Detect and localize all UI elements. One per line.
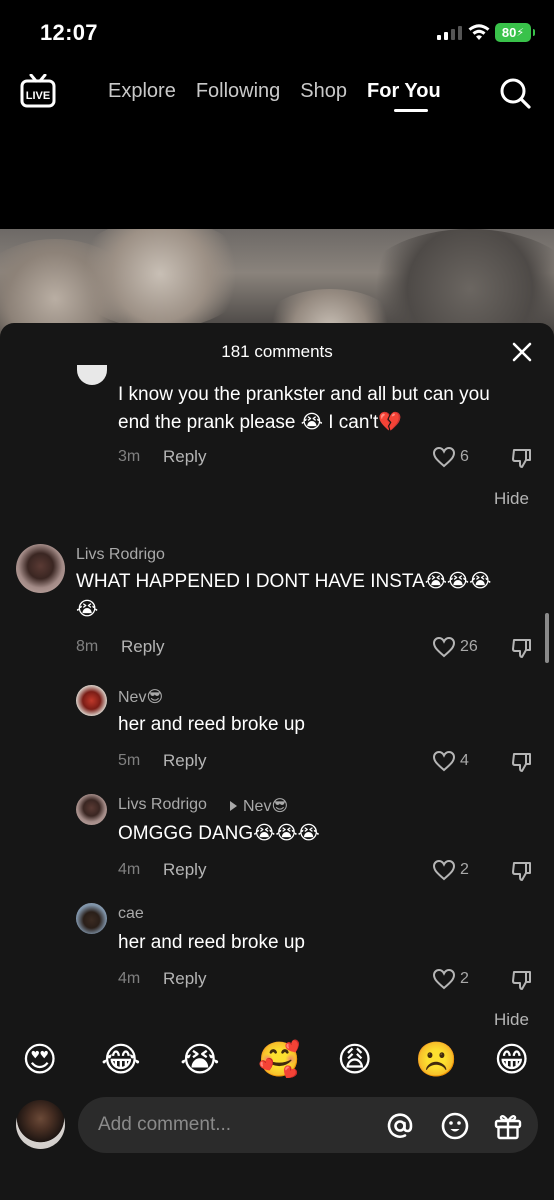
top-navigation: LIVE Explore Following Shop For You [0, 62, 554, 122]
heart-icon [432, 636, 456, 658]
reply-arrow-icon [230, 801, 237, 811]
comment-time: 3m [118, 448, 141, 465]
like-button[interactable]: 2 [432, 968, 469, 990]
reply-button[interactable]: Reply [163, 969, 206, 989]
screen: 12:07 80 ⚡ LIVE Explore Following Shop Fo… [0, 0, 554, 1200]
tab-shop[interactable]: Shop [300, 80, 347, 103]
emoji-weary[interactable]: 😩 [337, 1040, 372, 1080]
comment-item: I know you the prankster and all but can… [0, 323, 554, 468]
like-button[interactable]: 26 [432, 636, 478, 658]
like-count: 6 [460, 448, 469, 465]
search-icon[interactable] [498, 76, 532, 110]
comment-text: I know you the prankster and all but can… [118, 384, 490, 405]
status-time: 12:07 [40, 20, 98, 45]
tab-explore[interactable]: Explore [108, 80, 176, 103]
emoji-heart-eyes[interactable]: 😍 [22, 1040, 57, 1080]
heart-icon [432, 859, 456, 881]
comment-item: Livs Rodrigo WHAT HAPPENED I DONT HAVE I… [0, 538, 554, 658]
cellular-signal-icon [437, 26, 462, 40]
mention-icon[interactable] [385, 1111, 415, 1141]
avatar[interactable] [76, 794, 107, 825]
comment-text: WHAT HAPPENED I DONT HAVE INSTA😭😭😭 [76, 571, 492, 592]
hide-replies-button[interactable]: Hide [494, 1010, 529, 1030]
reply-button[interactable]: Reply [163, 860, 206, 880]
dislike-icon[interactable] [511, 860, 533, 882]
comment-author[interactable]: Nev😎 [118, 687, 163, 707]
emoji-frowning[interactable]: ☹️ [415, 1040, 457, 1080]
like-button[interactable]: 4 [432, 750, 469, 772]
comment-text: OMGGG DANG😭😭😭 [118, 823, 320, 844]
user-avatar[interactable] [16, 1100, 65, 1149]
reply-item: Nev😎 her and reed broke up 5m Reply 4 [0, 683, 554, 783]
emoji-quick-bar: 😍 😂 😭 🥰 😩 ☹️ 😁 [0, 1030, 554, 1090]
reply-item: Livs Rodrigo Nev😎 OMGGG DANG😭😭😭 4m Reply… [0, 792, 554, 892]
dislike-icon[interactable] [511, 637, 533, 659]
like-count: 4 [460, 752, 469, 769]
heart-icon [432, 750, 456, 772]
reply-button[interactable]: Reply [163, 751, 206, 771]
reply-button[interactable]: Reply [163, 447, 206, 467]
like-count: 26 [460, 638, 478, 655]
dislike-icon[interactable] [511, 447, 533, 469]
live-label: LIVE [26, 90, 50, 102]
comment-text-cont: end the prank please 😭 I can't💔 [118, 412, 402, 433]
emoji-picker-icon[interactable] [440, 1111, 470, 1141]
emoji-smiling-hearts[interactable]: 🥰 [258, 1040, 300, 1080]
emoji-crying[interactable]: 😭 [180, 1040, 220, 1080]
status-bar: 12:07 80 ⚡ [0, 0, 554, 62]
like-count: 2 [460, 970, 469, 987]
battery-level: 80 [501, 25, 517, 40]
tab-for-you[interactable]: For You [367, 80, 441, 103]
tab-following[interactable]: Following [196, 80, 280, 103]
comment-text: her and reed broke up [118, 714, 305, 735]
emoji-grinning[interactable]: 😁 [494, 1040, 529, 1080]
avatar[interactable] [76, 903, 107, 934]
nav-tabs: Explore Following Shop For You [108, 80, 461, 103]
avatar[interactable] [16, 544, 65, 593]
reply-button[interactable]: Reply [121, 637, 164, 657]
reply-item: cae her and reed broke up 4m Reply 2 [0, 901, 554, 1001]
like-button[interactable]: 6 [432, 446, 469, 468]
like-count: 2 [460, 861, 469, 878]
heart-icon [432, 968, 456, 990]
battery-icon: 80 ⚡ [495, 23, 535, 42]
like-button[interactable]: 2 [432, 859, 469, 881]
comment-text-cont: 😭 [76, 599, 99, 620]
comment-time: 4m [118, 861, 141, 878]
comment-author[interactable]: Livs Rodrigo [76, 546, 165, 564]
active-tab-indicator [394, 109, 428, 112]
comment-author[interactable]: Livs Rodrigo [118, 796, 207, 814]
avatar[interactable] [76, 685, 107, 716]
comment-author[interactable]: cae [118, 905, 144, 923]
comment-time: 4m [118, 970, 141, 987]
scrollbar[interactable] [545, 613, 549, 663]
comment-input[interactable] [98, 1097, 368, 1153]
comment-time: 5m [118, 752, 141, 769]
reply-to-author[interactable]: Nev😎 [243, 796, 288, 816]
dislike-icon[interactable] [511, 751, 533, 773]
emoji-tears-of-joy[interactable]: 😂 [101, 1040, 141, 1080]
dislike-icon[interactable] [511, 969, 533, 991]
hide-replies-button[interactable]: Hide [494, 489, 529, 509]
comment-input-container[interactable] [78, 1097, 538, 1153]
live-icon[interactable]: LIVE [20, 74, 56, 108]
gift-icon[interactable] [493, 1111, 523, 1141]
heart-icon [432, 446, 456, 468]
comment-input-bar [0, 1090, 554, 1200]
avatar[interactable] [77, 365, 107, 385]
comment-text: her and reed broke up [118, 932, 305, 953]
comment-time: 8m [76, 638, 99, 655]
wifi-icon [468, 24, 490, 40]
